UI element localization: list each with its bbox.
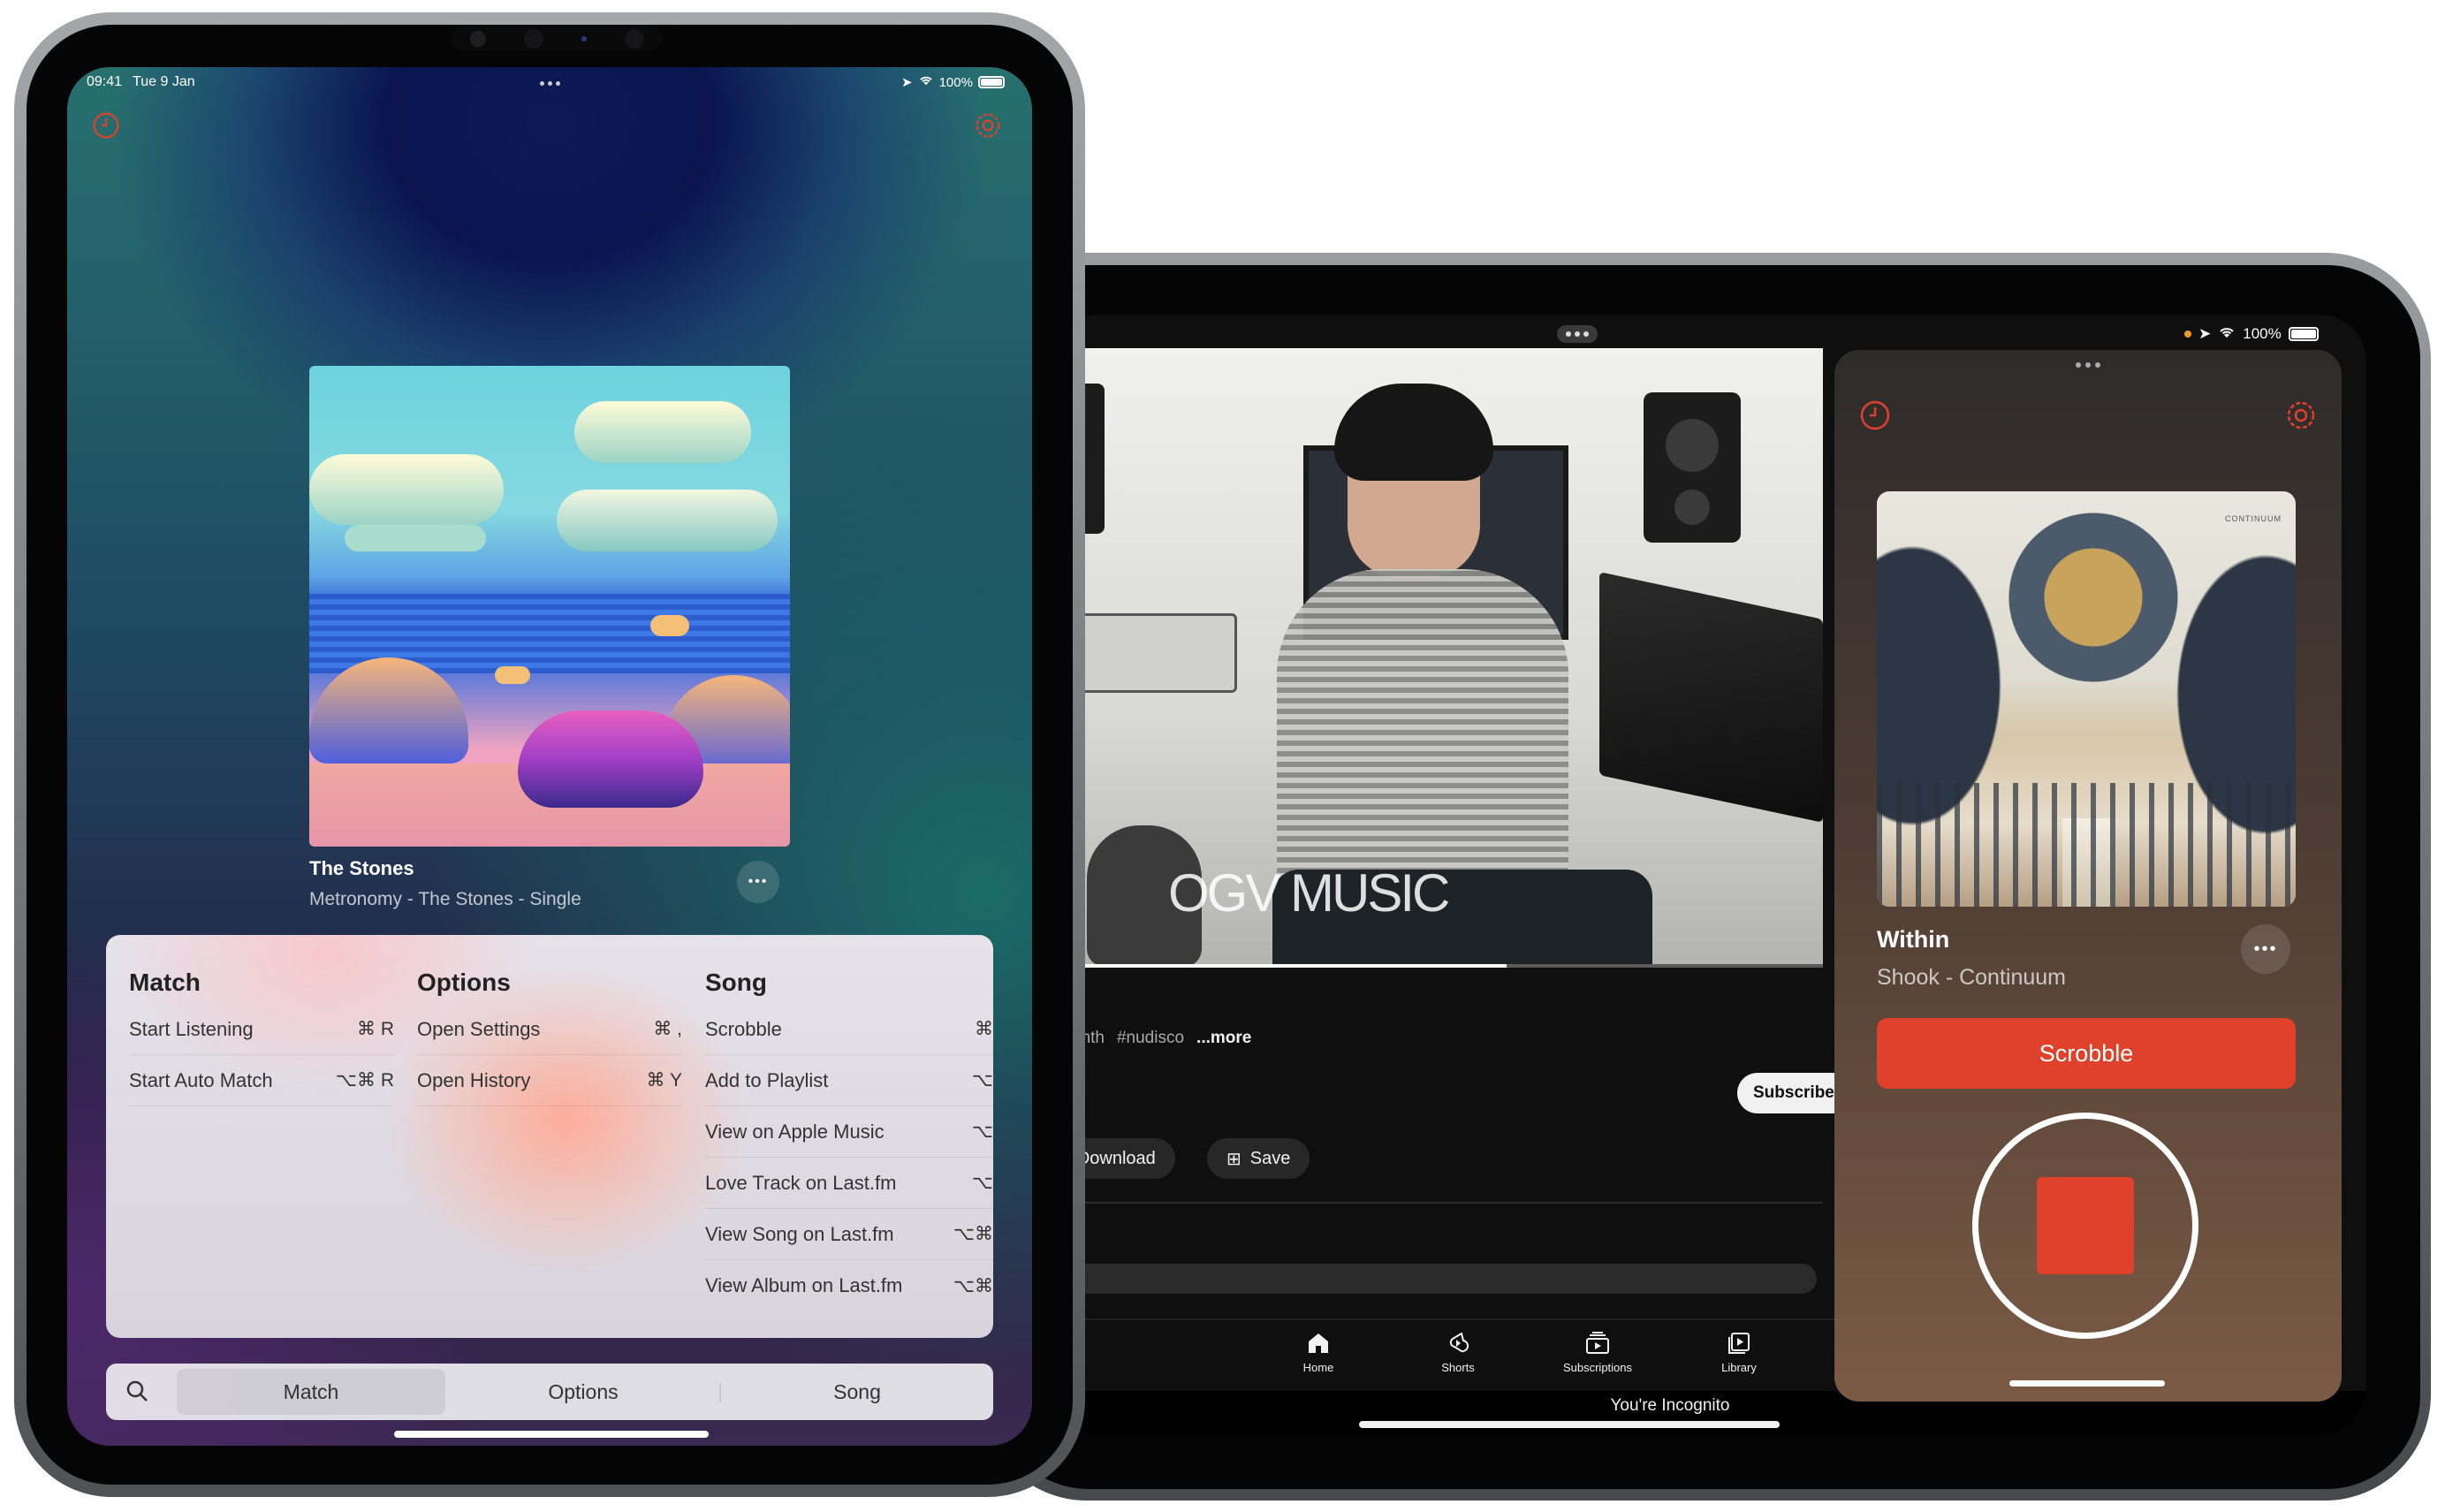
cloud-shape: [557, 490, 778, 551]
keyboard-shortcuts-panel: Match Start Listening ⌘ R Start Auto Matc…: [106, 935, 993, 1338]
settings-button[interactable]: [2285, 399, 2317, 436]
search-icon: [126, 1380, 148, 1402]
multitasking-handle[interactable]: [1557, 325, 1598, 343]
track-title: The Stones: [309, 857, 414, 879]
multitasking-handle[interactable]: [534, 78, 566, 88]
divider: [1052, 1202, 1823, 1204]
rock-shape: [650, 615, 689, 636]
cloud-shape: [309, 454, 504, 525]
section-title-options: Options: [417, 969, 511, 996]
tab-home[interactable]: Home: [1248, 1331, 1389, 1374]
more-link[interactable]: ...more: [1196, 1029, 1251, 1048]
stop-listening-button[interactable]: [1972, 1113, 2198, 1339]
comment-placeholder[interactable]: [1052, 1264, 1817, 1294]
track-more-button[interactable]: •••: [737, 861, 779, 903]
cloud-shape: [345, 525, 486, 551]
shorts-icon: [1449, 1332, 1469, 1353]
shortcut-category-bar: Match Options Song: [106, 1364, 993, 1420]
home-indicator[interactable]: [1359, 1421, 1780, 1428]
save-label: Save: [1249, 1148, 1291, 1168]
wifi-icon: [918, 74, 934, 90]
right-ipad-screen: ➤ 100% OGV MUSIC #synth #nudisco ...more…: [1052, 315, 2366, 1435]
slide-over-handle[interactable]: [2066, 359, 2110, 371]
segment-match[interactable]: Match: [177, 1369, 445, 1415]
menu-item-view-album[interactable]: View Album on Last.fm ⌥⌘: [705, 1260, 993, 1311]
home-icon: [1309, 1333, 1328, 1353]
menu-item-start-listening[interactable]: Start Listening ⌘ R: [129, 1004, 394, 1055]
album-artwork: CONTINUUM: [1877, 491, 2296, 907]
slide-over-window: CONTINUUM Within Shook - Continuum ••• S…: [1834, 350, 2342, 1402]
video-player[interactable]: OGV MUSIC: [1052, 348, 1823, 967]
subscriptions-icon: [1586, 1332, 1609, 1354]
location-icon: ➤: [901, 75, 913, 90]
library-icon: [1728, 1333, 1750, 1354]
musician-shirt: [1277, 569, 1568, 905]
video-progress-fill: [1052, 964, 1507, 968]
clock-icon: [93, 112, 119, 139]
speaker-image: [1644, 392, 1741, 543]
segment-options[interactable]: Options: [451, 1369, 716, 1415]
album-artwork: [309, 366, 790, 847]
menu-item-open-settings[interactable]: Open Settings ⌘ ,: [417, 1004, 682, 1055]
menu-item-add-to-playlist[interactable]: Add to Playlist ⌥: [705, 1055, 993, 1106]
channel-watermark: OGV MUSIC: [1168, 863, 1450, 923]
gear-icon: [2287, 401, 2315, 429]
battery-icon: [977, 76, 1005, 88]
battery-percent: 100%: [938, 74, 973, 90]
privacy-indicator: [2184, 331, 2191, 338]
scrobble-button[interactable]: Scrobble: [1877, 1018, 2296, 1089]
menu-item-love-track[interactable]: Love Track on Last.fm ⌥: [705, 1158, 993, 1209]
synth-image: [1599, 572, 1823, 823]
clock-icon: [1860, 400, 1890, 430]
section-title-match: Match: [129, 969, 201, 996]
album-art-label: CONTINUUM: [2225, 514, 2282, 523]
location-icon: ➤: [2198, 325, 2212, 342]
tab-subscriptions[interactable]: Subscriptions: [1527, 1331, 1668, 1374]
left-ipad-screen: 09:41 Tue 9 Jan ➤ 100% The Stones Metrono…: [67, 67, 1032, 1446]
section-title-song: Song: [705, 969, 767, 996]
menu-item-scrobble[interactable]: Scrobble ⌘: [705, 1004, 993, 1055]
rock-shape: [309, 657, 468, 764]
tag-link[interactable]: #nudisco: [1117, 1029, 1184, 1048]
download-label: Download: [1076, 1148, 1156, 1168]
cloud-shape: [574, 401, 751, 463]
more-icon: •••: [2253, 938, 2278, 959]
track-title: Within: [1877, 926, 1950, 953]
menu-item-open-history[interactable]: Open History ⌘ Y: [417, 1055, 682, 1106]
home-indicator[interactable]: [394, 1431, 709, 1438]
search-button[interactable]: [125, 1379, 148, 1407]
rock-shape: [495, 666, 530, 684]
save-icon: ⊞: [1226, 1149, 1241, 1169]
track-more-button[interactable]: •••: [2241, 924, 2290, 974]
purple-stone: [518, 710, 703, 808]
save-button[interactable]: ⊞ Save: [1207, 1138, 1310, 1179]
menu-item-start-auto-match[interactable]: Start Auto Match ⌥⌘ R: [129, 1055, 394, 1106]
camera-housing: [451, 27, 663, 51]
track-subtitle: Shook - Continuum: [1877, 965, 2067, 990]
slide-over-home-indicator[interactable]: [2009, 1380, 2165, 1387]
battery-icon: [2288, 327, 2319, 341]
status-bar-right: ➤ 100%: [901, 72, 1005, 92]
wifi-icon: [2218, 325, 2236, 344]
more-icon: •••: [748, 874, 769, 889]
segment-divider: [719, 1383, 721, 1402]
track-subtitle: Metronomy - The Stones - Single: [309, 889, 581, 909]
history-button[interactable]: [1859, 399, 1891, 436]
mixer-image: [1078, 613, 1237, 693]
tab-library[interactable]: Library: [1668, 1331, 1810, 1374]
battery-percent: 100%: [2243, 325, 2282, 342]
status-time: 09:41 Tue 9 Jan: [87, 74, 195, 89]
menu-item-view-on-apple-music[interactable]: View on Apple Music ⌥: [705, 1106, 993, 1158]
musician-hair: [1334, 384, 1493, 481]
segment-song[interactable]: Song: [725, 1369, 990, 1415]
stop-icon: [2037, 1177, 2134, 1274]
history-button[interactable]: [92, 111, 120, 144]
tab-shorts[interactable]: Shorts: [1387, 1331, 1529, 1374]
settings-button[interactable]: [974, 111, 1002, 144]
status-bar: ➤ 100%: [2184, 323, 2361, 345]
gear-icon: [976, 113, 1000, 138]
menu-item-view-song[interactable]: View Song on Last.fm ⌥⌘: [705, 1209, 993, 1260]
